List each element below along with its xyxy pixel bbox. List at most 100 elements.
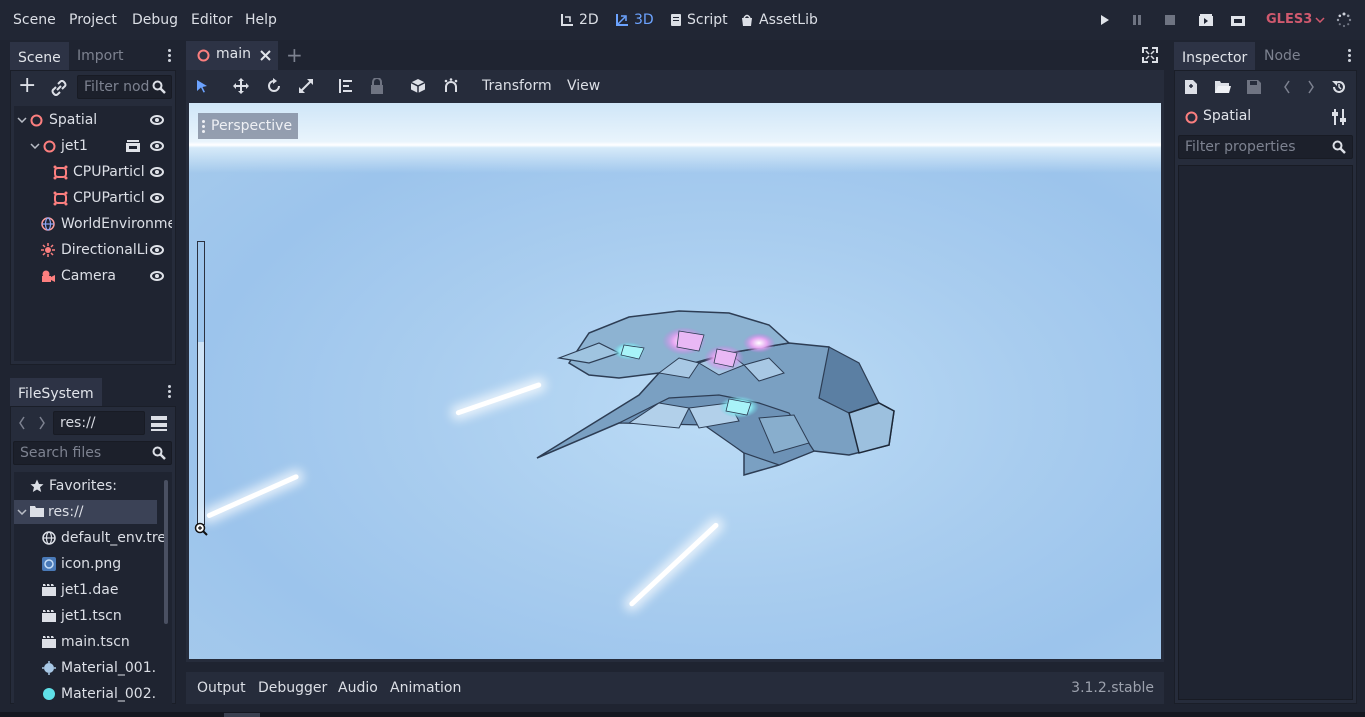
history-forward-icon[interactable] [1307,80,1315,98]
visibility-eye-icon[interactable] [150,167,164,177]
visibility-eye-icon[interactable] [150,141,164,151]
stop-icon[interactable] [1162,12,1178,28]
menu-scene[interactable]: Scene [13,10,56,30]
tab-filesystem[interactable]: FileSystem [10,378,102,406]
mode-2d-button[interactable]: 2D [560,10,599,30]
filesystem-menu-icon[interactable] [168,383,172,400]
list-select-icon[interactable] [338,78,354,98]
open-folder-icon[interactable] [1215,80,1231,98]
link-icon[interactable] [51,80,67,100]
nav-back-icon[interactable] [18,416,26,434]
move-tool-icon[interactable] [233,78,249,98]
tree-label: CPUParticl [73,164,145,180]
lock-icon[interactable] [370,77,384,98]
inspector-node-row[interactable]: Spatial [1178,105,1353,129]
search-files-input[interactable]: Search files [13,441,172,465]
new-tab-icon[interactable]: + [286,45,303,65]
inspector-node-name: Spatial [1203,108,1252,124]
close-icon[interactable] [260,50,271,61]
3d-viewport[interactable] [189,103,1161,659]
scene-file-icon [42,584,56,596]
new-resource-icon[interactable] [1184,79,1198,99]
tree-item-worldenvironment[interactable]: WorldEnvironme [14,212,172,236]
visibility-eye-icon[interactable] [150,115,164,125]
menu-project[interactable]: Project [69,10,117,30]
view-menu[interactable]: View [567,76,600,96]
open-scene-icon[interactable] [126,140,140,152]
nav-forward-icon[interactable] [38,416,46,434]
tree-item-cpuparticles-1[interactable]: CPUParticl [14,160,172,184]
distraction-free-icon[interactable] [1142,47,1158,67]
menu-debug[interactable]: Debug [132,10,178,30]
scale-tool-icon[interactable] [298,78,314,98]
perspective-menu-button[interactable]: Perspective [198,113,299,139]
play-scene-icon[interactable] [1198,12,1214,28]
snap-icon[interactable] [443,78,459,98]
file-row[interactable]: jet1.tscn [14,604,164,628]
tab-audio[interactable]: Audio [338,672,378,704]
favorites-row[interactable]: Favorites: [14,474,164,498]
history-icon[interactable] [1331,79,1347,99]
tree-item-directionallight[interactable]: DirectionalLi [14,238,172,262]
tree-label: DirectionalLi [61,242,149,258]
tab-output[interactable]: Output [197,672,246,704]
file-row[interactable]: jet1.dae [14,578,164,602]
tree-item-jet1[interactable]: jet1 [14,134,172,158]
tab-scene[interactable]: Scene [10,42,69,70]
tab-inspector[interactable]: Inspector [1174,42,1256,70]
history-back-icon[interactable] [1283,80,1291,98]
filter-properties-placeholder: Filter properties [1185,139,1296,155]
collapse-arrow-icon[interactable] [17,117,27,123]
favorites-label: Favorites: [49,478,117,494]
save-icon[interactable] [1247,80,1261,98]
file-row[interactable]: Material_001. [14,656,164,680]
zoom-slider-fill [198,342,204,524]
tree-item-camera[interactable]: Camera [14,264,172,288]
path-field[interactable]: res:// [53,411,145,435]
tab-main[interactable]: main [186,41,278,70]
mode-3d-button[interactable]: 3D [615,10,654,30]
visibility-eye-icon[interactable] [150,271,164,281]
play-icon[interactable] [1097,12,1113,28]
file-row[interactable]: main.tscn [14,630,164,654]
collapse-arrow-icon[interactable] [17,509,27,515]
zoom-slider[interactable] [197,241,205,525]
folder-row-res[interactable]: res:// [14,500,157,524]
split-view-icon[interactable] [151,415,167,435]
light-icon [41,243,55,257]
add-node-icon[interactable]: + [18,75,36,97]
play-custom-scene-icon[interactable] [1230,12,1246,28]
pause-icon[interactable] [1129,12,1145,28]
resize-handle[interactable] [224,713,260,717]
visibility-eye-icon[interactable] [150,245,164,255]
star-icon [30,479,44,492]
transform-menu[interactable]: Transform [482,76,552,96]
tree-item-spatial[interactable]: Spatial [14,108,172,132]
menu-editor[interactable]: Editor [191,10,232,30]
filter-properties-input[interactable]: Filter properties [1178,135,1353,159]
visibility-eye-icon[interactable] [150,193,164,203]
file-tree-scrollbar[interactable] [164,480,168,624]
inspector-menu-icon[interactable] [1348,47,1352,64]
file-label: icon.png [61,556,122,572]
environment-file-icon [42,531,56,545]
tab-debugger[interactable]: Debugger [258,672,327,704]
rotate-tool-icon[interactable] [266,78,282,98]
tab-animation[interactable]: Animation [390,672,461,704]
mode-assetlib-button[interactable]: AssetLib [740,10,818,30]
select-tool-icon[interactable] [194,78,210,94]
tab-node[interactable]: Node [1256,42,1309,70]
mode-script-button[interactable]: Script [670,10,728,30]
scene-dock-menu-icon[interactable] [168,47,172,64]
menu-help[interactable]: Help [245,10,277,30]
tab-import[interactable]: Import [69,42,131,70]
file-row[interactable]: icon.png [14,552,164,576]
zoom-icon[interactable] [194,522,208,540]
tree-item-cpuparticles-2[interactable]: CPUParticl [14,186,172,210]
tools-icon[interactable] [1332,109,1346,125]
group-icon[interactable] [410,78,426,98]
file-row[interactable]: Material_002. [14,682,164,704]
collapse-arrow-icon[interactable] [30,143,40,149]
renderer-dropdown[interactable]: GLES3 [1266,10,1325,30]
file-row[interactable]: default_env.tre [14,526,164,550]
